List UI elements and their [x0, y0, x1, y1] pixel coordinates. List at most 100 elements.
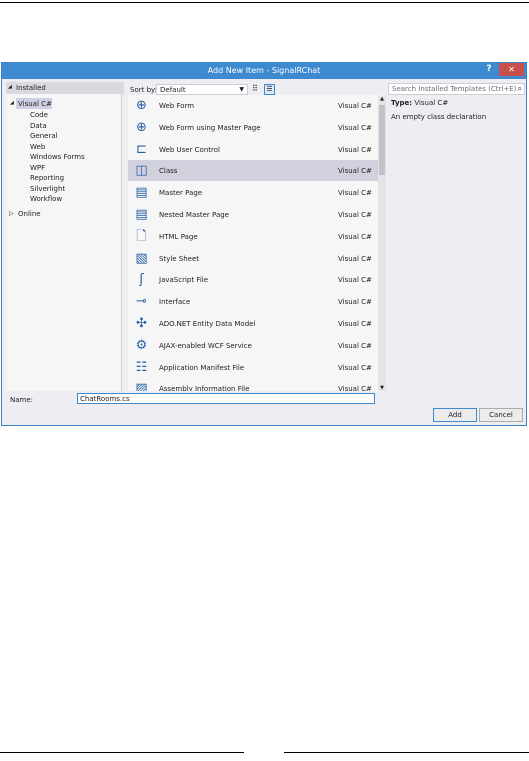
- html-page-icon: 🗋: [136, 228, 147, 244]
- entity-model-icon: ✣: [136, 316, 147, 331]
- tree-visual-csharp[interactable]: Visual C#: [18, 100, 52, 108]
- tree-item-general[interactable]: General: [30, 132, 58, 140]
- tree-item-code[interactable]: Code: [30, 111, 48, 119]
- vertical-scrollbar[interactable]: ▲ ▼: [378, 96, 386, 391]
- dialog-title: Add New Item - SignalRChat: [207, 66, 321, 75]
- template-language: Visual C#: [338, 211, 372, 219]
- template-list: ⊕ Web Form Visual C# ⊕ Web Form using Master…: [128, 95, 381, 391]
- list-view-icon[interactable]: ☰: [264, 84, 275, 95]
- template-row[interactable]: ◫ Class Visual C#: [128, 160, 378, 182]
- tree-online[interactable]: Online: [18, 210, 41, 218]
- tree-item-data[interactable]: Data: [30, 122, 47, 130]
- template-language: Visual C#: [338, 145, 372, 154]
- template-name: Class: [159, 167, 178, 176]
- search-icon[interactable]: ⌕: [518, 84, 522, 94]
- type-line: Type: Visual C#: [391, 99, 448, 107]
- footer-rule-left: [0, 752, 244, 753]
- template-name: Web Form: [159, 102, 195, 110]
- template-language: Visual C#: [338, 363, 372, 372]
- chevron-down-icon: ▼: [239, 86, 244, 93]
- template-language: Visual C#: [338, 102, 372, 110]
- collapse-triangle-icon[interactable]: ◢: [8, 84, 12, 90]
- wcf-service-icon: ⚙: [135, 337, 148, 353]
- grid-view-icon[interactable]: ⠿: [252, 84, 262, 95]
- template-row[interactable]: ▤ Nested Master Page Visual C#: [128, 204, 378, 225]
- template-row[interactable]: ⊏ Web User Control Visual C#: [128, 139, 378, 160]
- scroll-thumb[interactable]: [379, 105, 385, 175]
- tree-item-reporting[interactable]: Reporting: [30, 174, 64, 182]
- template-details: Type: Visual C# An empty class declarati…: [388, 99, 525, 199]
- template-row[interactable]: ⚙ AJAX-enabled WCF Service Visual C#: [128, 335, 378, 356]
- template-name: AJAX-enabled WCF Service: [159, 341, 252, 350]
- page-top-rule: [0, 2, 529, 3]
- tree-installed[interactable]: Installed: [16, 84, 46, 92]
- tree-item-silverlight[interactable]: Silverlight: [30, 185, 65, 193]
- template-name: Style Sheet: [159, 254, 200, 263]
- interface-icon: ⊸: [136, 294, 147, 310]
- sort-label: Sort by:: [130, 86, 158, 94]
- scroll-up-icon[interactable]: ▲: [378, 96, 386, 102]
- globe-icon: ⊕: [136, 98, 147, 113]
- category-tree: [6, 83, 122, 391]
- type-value: Visual C#: [414, 99, 449, 107]
- template-row[interactable]: ▨ Assembly Information File Visual C#: [128, 378, 378, 391]
- globe-icon: ⊕: [136, 119, 147, 135]
- template-language: Visual C#: [338, 385, 372, 391]
- name-field[interactable]: ChatRooms.cs: [77, 393, 375, 404]
- template-description: An empty class declaration: [391, 113, 487, 121]
- template-row[interactable]: ☷ Application Manifest File Visual C#: [128, 357, 378, 378]
- tree-item-web[interactable]: Web: [30, 143, 45, 151]
- tree-item-windows-forms[interactable]: Windows Forms: [30, 153, 85, 161]
- template-row[interactable]: ⊕ Web Form Visual C#: [128, 95, 378, 116]
- tree-item-wpf[interactable]: WPF: [30, 164, 45, 172]
- template-language: Visual C#: [338, 320, 372, 328]
- template-language: Visual C#: [338, 189, 372, 198]
- template-name: JavaScript File: [159, 276, 209, 285]
- template-language: Visual C#: [338, 167, 372, 176]
- title-bar: Add New Item - SignalRChat ? ✕: [2, 63, 526, 79]
- template-name: Assembly Information File: [159, 385, 250, 391]
- sort-dropdown[interactable]: Default ▼: [156, 84, 248, 95]
- add-new-item-dialog: Add New Item - SignalRChat ? ✕ ◢ Install…: [1, 62, 527, 426]
- user-control-icon: ⊏: [136, 141, 147, 157]
- template-name: Web Form using Master Page: [159, 123, 261, 132]
- template-row[interactable]: ▤ Master Page Visual C#: [128, 182, 378, 203]
- template-name: Web User Control: [159, 145, 220, 154]
- template-language: Visual C#: [338, 232, 372, 241]
- template-row[interactable]: ⊸ Interface Visual C#: [128, 291, 378, 312]
- template-language: Visual C#: [338, 276, 372, 285]
- assembly-info-icon: ▨: [135, 381, 148, 391]
- template-language: Visual C#: [338, 123, 372, 132]
- close-button[interactable]: ✕: [499, 63, 524, 76]
- template-row[interactable]: ʃ JavaScript File Visual C#: [128, 269, 378, 290]
- help-button[interactable]: ?: [482, 64, 496, 77]
- master-page-icon: ▤: [135, 185, 148, 201]
- template-name: Application Manifest File: [159, 363, 245, 372]
- class-icon: ◫: [135, 163, 148, 179]
- manifest-icon: ☷: [135, 359, 148, 375]
- expand-triangle-icon[interactable]: ◢: [10, 100, 14, 106]
- add-button[interactable]: Add: [433, 408, 477, 422]
- style-sheet-icon: ▧: [135, 250, 148, 266]
- cancel-button[interactable]: Cancel: [479, 408, 523, 422]
- search-placeholder: Search Installed Templates (Ctrl+E): [392, 85, 517, 93]
- template-language: Visual C#: [338, 254, 372, 263]
- javascript-file-icon: ʃ: [139, 272, 144, 288]
- template-name: Nested Master Page: [159, 211, 229, 219]
- template-row[interactable]: ▧ Style Sheet Visual C#: [128, 248, 378, 269]
- template-row[interactable]: 🗋 HTML Page Visual C#: [128, 226, 378, 247]
- scroll-down-icon[interactable]: ▼: [378, 385, 386, 391]
- template-name: HTML Page: [159, 232, 198, 241]
- footer-rule-right: [284, 752, 529, 753]
- template-language: Visual C#: [338, 298, 372, 307]
- tree-item-workflow[interactable]: Workflow: [30, 195, 62, 203]
- sort-value: Default: [160, 86, 186, 94]
- template-row[interactable]: ✣ ADO.NET Entity Data Model Visual C#: [128, 313, 378, 334]
- master-page-icon: ▤: [135, 207, 148, 222]
- search-input[interactable]: Search Installed Templates (Ctrl+E) ⌕: [388, 83, 525, 95]
- name-label: Name:: [10, 396, 34, 404]
- name-value: ChatRooms.cs: [80, 395, 130, 403]
- template-row[interactable]: ⊕ Web Form using Master Page Visual C#: [128, 117, 378, 138]
- collapsed-triangle-icon[interactable]: ▷: [9, 210, 14, 217]
- type-label: Type:: [391, 99, 413, 107]
